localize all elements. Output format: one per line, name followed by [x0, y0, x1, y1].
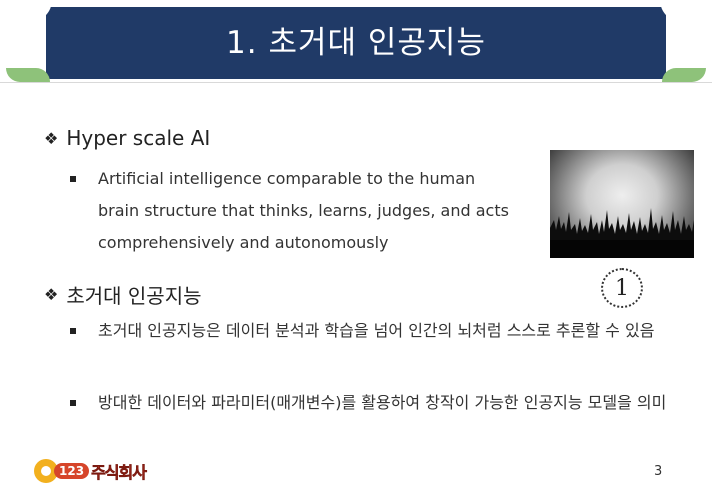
section-heading-text: 초거대 인공지능 — [66, 284, 202, 308]
bullet-item: 초거대 인공지능은 데이터 분석과 학습을 넘어 인간의 뇌처럼 스스로 추론할… — [70, 315, 670, 379]
bullet-text: 초거대 인공지능은 데이터 분석과 학습을 넘어 인간의 뇌처럼 스스로 추론할… — [98, 321, 655, 340]
diamond-bullet-icon: ❖ — [44, 128, 59, 148]
bullet-text: 방대한 데이터와 파라미터(매개변수)를 활용하여 창작이 가능한 인공지능 모… — [98, 393, 667, 412]
header-divider — [0, 82, 712, 83]
title-banner: 1. 초거대 인공지능 — [46, 7, 666, 79]
slide: 1. 초거대 인공지능 ❖ Hyper scale AI Artificial … — [0, 0, 712, 492]
section-heading-hyper-scale: ❖ Hyper scale AI — [44, 126, 210, 150]
grass-silhouette-graphic — [550, 208, 694, 258]
section-heading-text: Hyper scale AI — [66, 126, 211, 150]
logo-number: 123 — [54, 463, 90, 479]
bullet-item: Artificial intelligence comparable to th… — [70, 163, 510, 259]
leaf-decoration-left — [6, 68, 50, 82]
page-number: 3 — [654, 464, 663, 479]
square-bullet-icon — [70, 176, 76, 182]
bullet-item: 방대한 데이터와 파라미터(매개변수)를 활용하여 창작이 가능한 인공지능 모… — [70, 387, 670, 451]
company-logo: 123 주식회사 — [34, 457, 147, 485]
grass-silhouette-image — [550, 150, 694, 258]
circled-number-icon: 1 — [601, 268, 643, 308]
diamond-bullet-icon: ❖ — [44, 285, 59, 304]
logo-text: 주식회사 — [91, 463, 147, 483]
bullet-text: Artificial intelligence comparable to th… — [98, 169, 509, 252]
square-bullet-icon — [70, 328, 76, 334]
section-heading-korean: ❖ 초거대 인공지능 — [44, 280, 202, 309]
banner-corner-left — [0, 0, 52, 22]
banner-corner-right — [660, 0, 712, 22]
slide-title: 1. 초거대 인공지능 — [226, 25, 486, 61]
leaf-decoration-right — [662, 68, 706, 82]
square-bullet-icon — [70, 400, 76, 406]
